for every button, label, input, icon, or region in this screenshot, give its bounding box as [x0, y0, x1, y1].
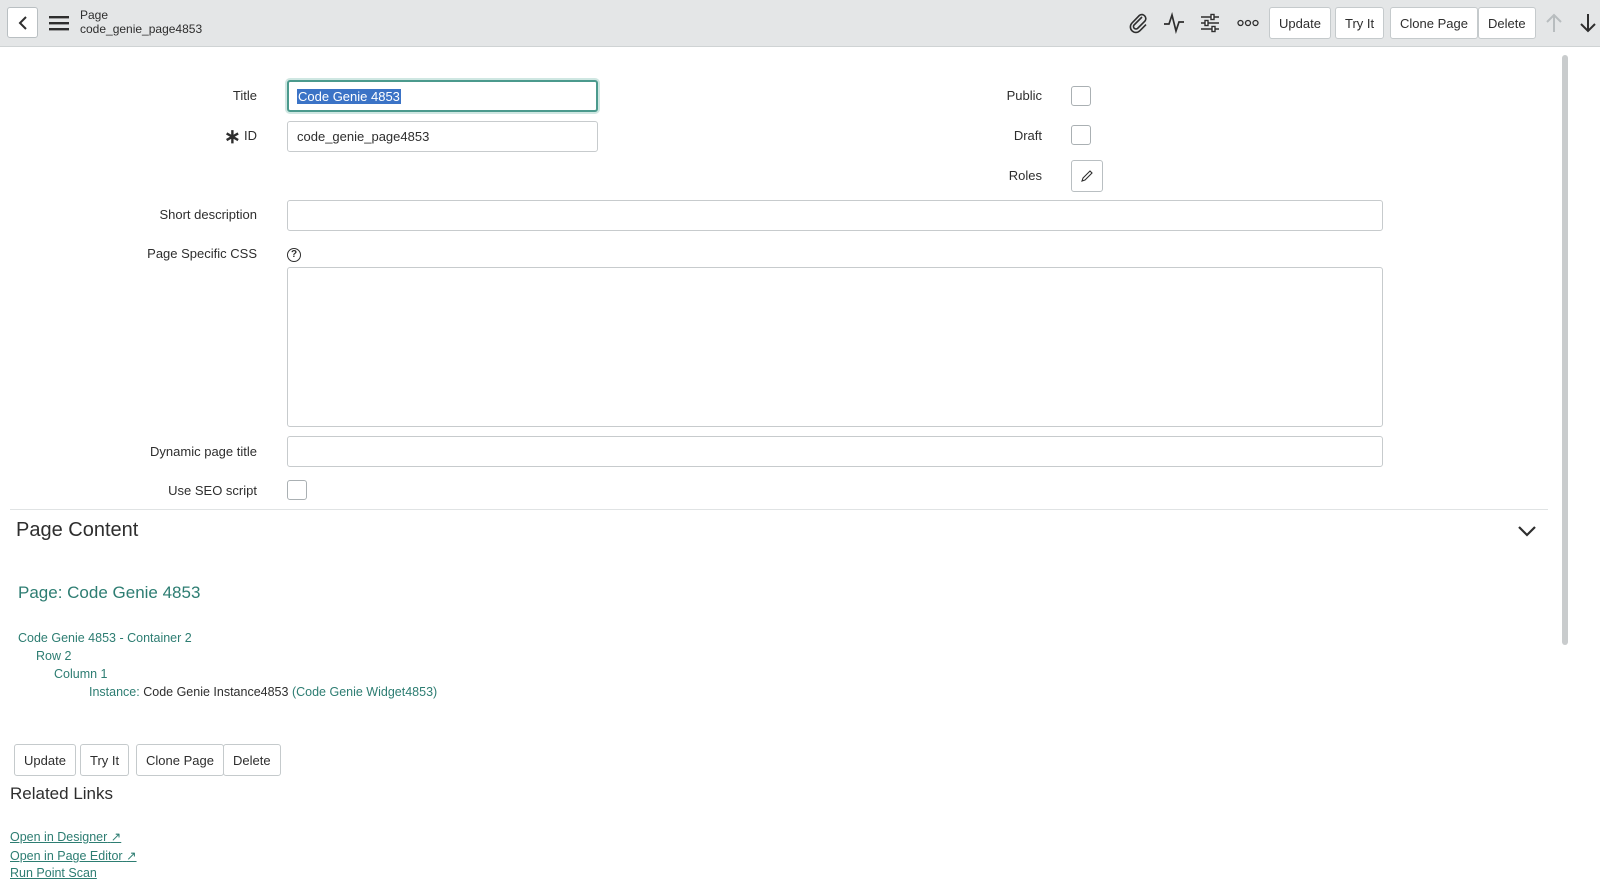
attachment-button[interactable]: [1124, 9, 1152, 37]
instance-label: Instance:: [89, 685, 140, 699]
use-seo-script-label: Use SEO script: [168, 483, 257, 498]
column-link[interactable]: Column 1: [54, 667, 108, 681]
activity-stream-button[interactable]: [1160, 9, 1188, 37]
roles-label: Roles: [1008, 168, 1042, 183]
header-update-button[interactable]: Update: [1269, 7, 1331, 39]
footer-delete-button[interactable]: Delete: [223, 744, 281, 776]
back-button[interactable]: [7, 7, 38, 38]
form-header: Page code_genie_page4853 Update Try It C…: [0, 0, 1600, 47]
footer-try-it-button[interactable]: Try It: [80, 744, 130, 776]
row-link[interactable]: Row 2: [36, 649, 71, 663]
more-options-icon: [1237, 19, 1259, 27]
instance-name[interactable]: Code Genie Instance4853: [143, 685, 288, 699]
public-label: Public: [1006, 88, 1042, 103]
activity-icon: [1164, 12, 1184, 34]
related-links-heading: Related Links: [10, 784, 114, 803]
title-label: Title: [232, 88, 257, 103]
previous-record-button[interactable]: [1540, 9, 1568, 37]
page-link[interactable]: Page: Code Genie 4853: [18, 583, 200, 603]
open-in-designer-link[interactable]: Open in Designer ↗: [10, 829, 121, 844]
instance-entry: Instance: Code Genie Instance4853 (Code …: [89, 685, 437, 699]
dynamic-page-title-input[interactable]: [287, 436, 1383, 467]
more-options-button[interactable]: [1234, 9, 1262, 37]
back-icon: [18, 15, 27, 30]
form-context-menu-button[interactable]: [46, 9, 72, 37]
page-css-label: Page Specific CSS: [147, 246, 257, 261]
vertical-scrollbar[interactable]: [1562, 55, 1568, 645]
open-in-designer-text: Open in Designer: [10, 830, 108, 844]
run-point-scan-link[interactable]: Run Point Scan: [10, 866, 97, 880]
personalize-icon: [1201, 13, 1219, 33]
section-divider: [10, 509, 1548, 510]
chevron-down-icon[interactable]: [1515, 520, 1539, 542]
open-in-page-editor-text: Open in Page Editor: [10, 849, 123, 863]
draft-checkbox[interactable]: [1071, 125, 1091, 145]
dynamic-page-title-label: Dynamic page title: [150, 444, 257, 459]
arrow-down-icon: [1580, 14, 1596, 33]
external-link-icon: ↗: [110, 830, 122, 844]
next-record-button[interactable]: [1574, 9, 1600, 37]
short-description-label: Short description: [159, 207, 257, 222]
container-link[interactable]: Code Genie 4853 - Container 2: [18, 631, 192, 645]
short-description-input[interactable]: [287, 200, 1383, 231]
title-value: Code Genie 4853: [297, 88, 401, 104]
table-label: Page: [80, 8, 109, 22]
header-delete-button[interactable]: Delete: [1478, 7, 1536, 39]
widget-close-paren: ): [433, 685, 438, 699]
hamburger-menu-icon: [49, 16, 69, 31]
title-input[interactable]: Code Genie 4853: [287, 80, 598, 112]
arrow-up-icon: [1546, 13, 1562, 32]
record-breadcrumb: Page code_genie_page4853: [80, 8, 202, 36]
header-clone-page-button[interactable]: Clone Page: [1390, 7, 1478, 39]
page-content-heading: Page Content: [16, 519, 139, 541]
footer-clone-page-button[interactable]: Clone Page: [136, 744, 224, 776]
footer-update-button[interactable]: Update: [14, 744, 76, 776]
id-label: ID: [244, 128, 257, 143]
external-link-icon: ↗: [126, 849, 137, 863]
draft-label: Draft: [1013, 128, 1042, 143]
use-seo-script-checkbox[interactable]: [287, 480, 307, 500]
page-css-textarea[interactable]: [287, 267, 1383, 427]
edit-roles-button[interactable]: [1071, 160, 1103, 192]
public-checkbox[interactable]: [1071, 86, 1091, 106]
widget-link[interactable]: Code Genie Widget4853: [296, 685, 433, 699]
run-point-scan-text: Run Point Scan: [10, 866, 97, 880]
pencil-icon: [1081, 170, 1093, 182]
personalize-form-button[interactable]: [1196, 9, 1224, 37]
paperclip-icon: [1129, 13, 1147, 34]
open-in-page-editor-link[interactable]: Open in Page Editor ↗: [10, 848, 137, 863]
record-name: code_genie_page4853: [80, 22, 203, 36]
header-try-it-button[interactable]: Try It: [1335, 7, 1385, 39]
id-input[interactable]: [287, 121, 598, 152]
help-icon[interactable]: ?: [287, 248, 301, 262]
